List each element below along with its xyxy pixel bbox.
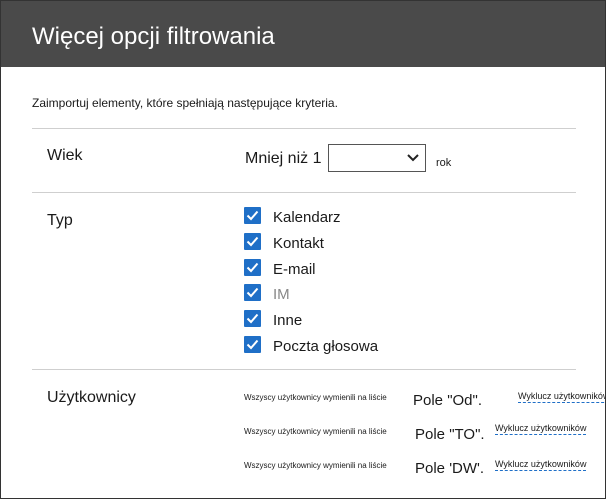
dialog-titlebar: Więcej opcji filtrowania (1, 1, 605, 67)
users-row-field: Pole "TO". (415, 426, 485, 443)
type-option-label: Poczta głosowa (273, 338, 379, 355)
users-row-description: Wszyscy użytkownicy wymienili na liście (244, 461, 387, 470)
users-row-field: Pole 'DW'. (415, 460, 485, 477)
type-option-label: Kalendarz (273, 209, 341, 226)
checkbox-checked[interactable] (244, 259, 261, 276)
divider (32, 128, 576, 129)
checkmark-icon (246, 236, 259, 247)
checkmark-icon (246, 313, 259, 324)
users-section-label: Użytkownicy (47, 389, 136, 406)
users-row-field: Pole "Od". (413, 392, 483, 409)
users-row-from: Wszyscy użytkownicy wymienili na liście … (244, 389, 605, 411)
filter-options-dialog: Więcej opcji filtrowania Zaimportuj elem… (0, 0, 606, 499)
users-row-description: Wszyscy użytkownicy wymienili na liście (244, 393, 387, 402)
type-section-label: Typ (47, 212, 73, 229)
intro-text: Zaimportuj elementy, które spełniają nas… (32, 96, 338, 110)
checkbox-checked[interactable] (244, 233, 261, 250)
dialog-title: Więcej opcji filtrowania (32, 23, 275, 50)
checkbox-checked[interactable] (244, 336, 261, 353)
age-prefix-label: Mniej niż 1 (245, 150, 322, 167)
users-row-cc: Wszyscy użytkownicy wymienili na liście … (244, 457, 604, 479)
checkmark-icon (246, 339, 259, 350)
age-select[interactable] (328, 144, 426, 172)
divider (32, 369, 576, 370)
checkmark-icon (246, 210, 259, 221)
exclude-users-link[interactable]: Wyklucz użytkowników (518, 391, 605, 403)
users-row-description: Wszyscy użytkownicy wymienili na liście (244, 427, 387, 436)
age-section-label: Wiek (47, 147, 83, 164)
type-option-label: Inne (273, 312, 303, 329)
exclude-users-link[interactable]: Wyklucz użytkowników (495, 459, 587, 471)
chevron-down-icon (407, 154, 419, 162)
age-suffix-label: rok (436, 157, 452, 169)
divider (32, 192, 576, 193)
users-row-to: Wszyscy użytkownicy wymienili na liście … (244, 423, 604, 445)
type-option-label: IM (273, 286, 290, 303)
exclude-users-link[interactable]: Wyklucz użytkowników (495, 423, 587, 435)
checkmark-icon (246, 262, 259, 273)
checkbox-checked[interactable] (244, 284, 261, 301)
checkbox-checked[interactable] (244, 310, 261, 327)
checkbox-checked[interactable] (244, 207, 261, 224)
checkmark-icon (246, 287, 259, 298)
type-option-label: E-mail (273, 261, 316, 278)
type-option-label: Kontakt (273, 235, 324, 252)
